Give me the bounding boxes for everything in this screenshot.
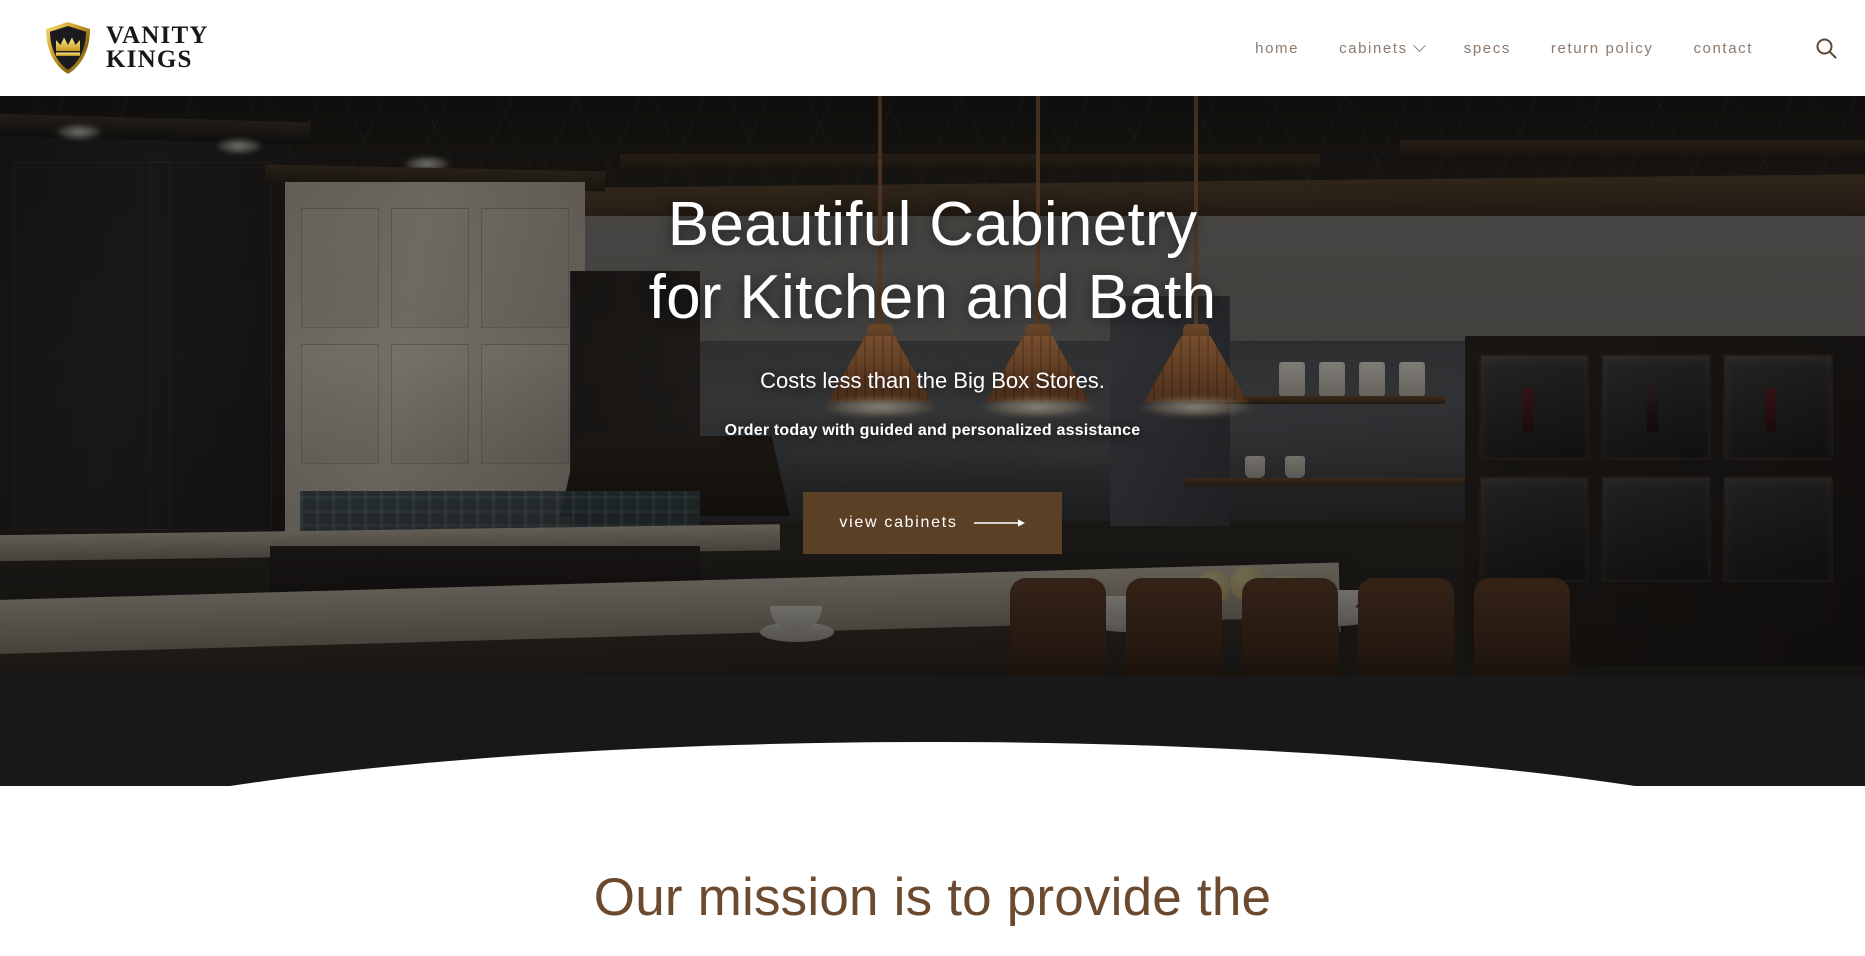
hero-subtitle: Costs less than the Big Box Stores. (760, 368, 1105, 394)
nav-label: contact (1693, 39, 1753, 57)
view-cabinets-button[interactable]: view cabinets (803, 492, 1062, 555)
site-header: VANITY KINGS home cabinets specs return … (0, 0, 1865, 96)
nav-item-home[interactable]: home (1235, 30, 1319, 67)
nav-label: return policy (1550, 39, 1654, 57)
nav-item-contact[interactable]: contact (1673, 30, 1773, 67)
nav-label: home (1255, 39, 1300, 57)
search-icon[interactable] (1809, 31, 1843, 65)
logo[interactable]: VANITY KINGS (44, 21, 209, 75)
hero-title: Beautiful Cabinetry for Kitchen and Bath (649, 188, 1217, 334)
logo-line-1: VANITY (106, 21, 209, 49)
nav-label: specs (1463, 39, 1511, 57)
mission-section: Our mission is to provide the (0, 786, 1865, 930)
mission-title: Our mission is to provide the (593, 868, 1272, 927)
logo-wordmark: VANITY KINGS (106, 21, 209, 73)
nav-item-return-policy[interactable]: return policy (1531, 30, 1674, 67)
shield-crown-icon (44, 21, 92, 75)
nav-item-cabinets[interactable]: cabinets (1319, 30, 1444, 67)
main-navigation: home cabinets specs return policy contac… (1235, 30, 1773, 67)
logo-line-2: KINGS (106, 46, 193, 73)
chevron-down-icon (1412, 38, 1426, 52)
hero-title-line-2: for Kitchen and Bath (648, 263, 1217, 333)
view-cabinets-label: view cabinets (839, 514, 958, 532)
arrow-right-icon (973, 517, 1026, 529)
hero-subtitle-secondary: Order today with guided and personalized… (724, 422, 1141, 440)
hero-content: Beautiful Cabinetry for Kitchen and Bath… (0, 96, 1865, 676)
hero-title-line-1: Beautiful Cabinetry (667, 190, 1198, 259)
hero-section: Beautiful Cabinetry for Kitchen and Bath… (0, 96, 1865, 676)
nav-item-specs[interactable]: specs (1444, 30, 1531, 67)
nav-label: cabinets (1339, 39, 1408, 57)
